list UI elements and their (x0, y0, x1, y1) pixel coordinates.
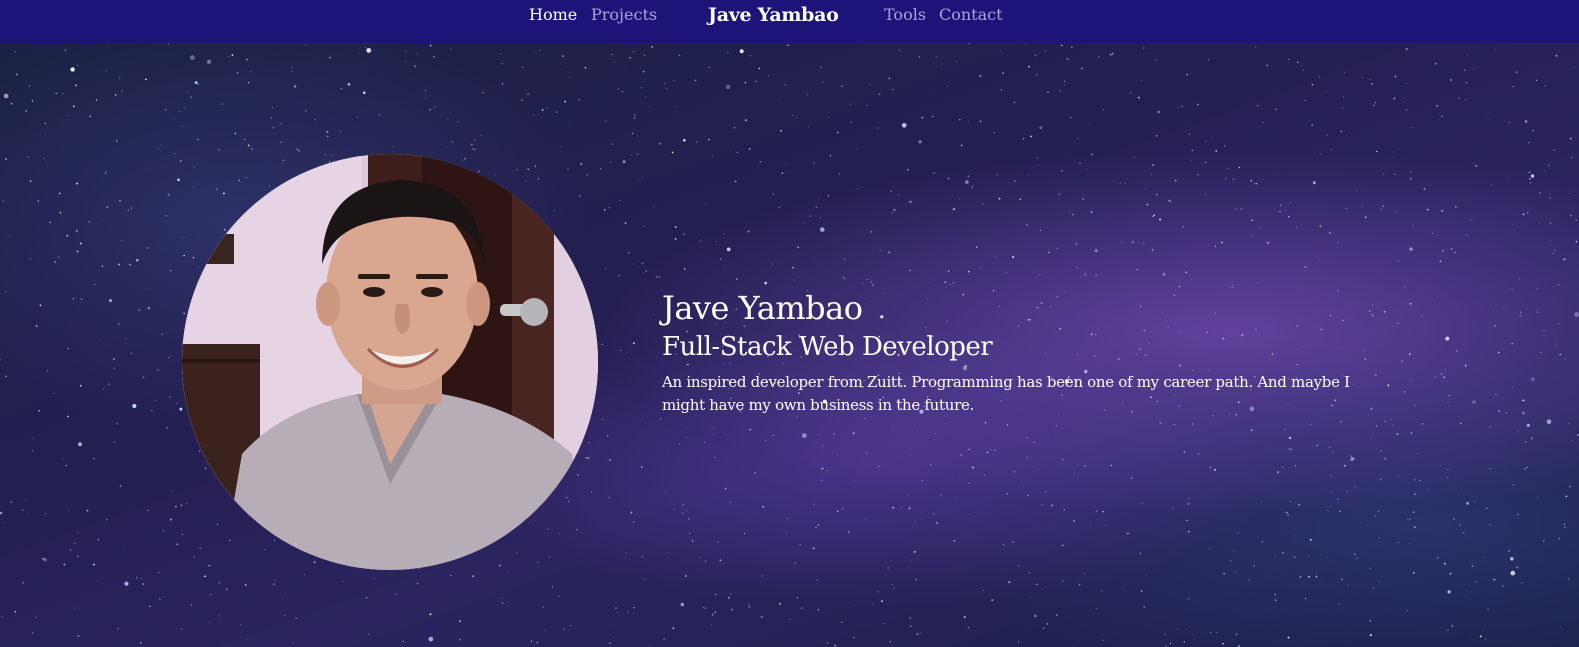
nav-link-projects[interactable]: Projects (591, 0, 657, 30)
navbar-brand[interactable]: Jave Yambao (708, 0, 839, 30)
hero-description: An inspired developer from Zuitt. Progra… (662, 373, 1350, 414)
intro-block: Jave Yambao Full-Stack Web Developer An … (662, 287, 1362, 417)
navbar: Home Projects Jave Yambao Tools Contact (0, 0, 1579, 43)
nav-link-home[interactable]: Home (529, 0, 577, 30)
hero-name: Jave Yambao (662, 289, 863, 327)
nav-link-tools[interactable]: Tools (884, 0, 926, 30)
page: Home Projects Jave Yambao Tools Contact (0, 0, 1579, 647)
nav-link-contact[interactable]: Contact (939, 0, 1003, 30)
hero-role: Full-Stack Web Developer (662, 332, 993, 362)
profile-photo (182, 154, 598, 570)
hero-section: Jave Yambao Full-Stack Web Developer An … (0, 43, 1579, 647)
